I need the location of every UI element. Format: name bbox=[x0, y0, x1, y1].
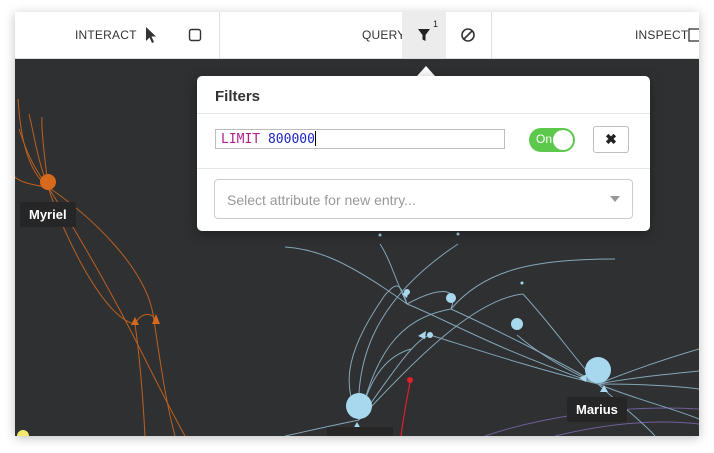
node-red bbox=[407, 377, 413, 383]
pointer-tool-button[interactable] bbox=[129, 12, 173, 58]
attribute-select[interactable]: Select attribute for new entry... bbox=[214, 179, 633, 219]
divider bbox=[197, 168, 650, 169]
box-select-tool-button[interactable] bbox=[173, 12, 217, 58]
chevron-down-icon bbox=[610, 196, 620, 202]
orange-arrowheads bbox=[131, 314, 160, 325]
node-marius bbox=[585, 357, 611, 383]
node-small bbox=[378, 233, 382, 237]
query-value: 800000 bbox=[267, 132, 315, 147]
node-small bbox=[511, 318, 523, 330]
toggle-knob bbox=[553, 130, 573, 150]
interact-label: INTERACT bbox=[75, 28, 137, 42]
clear-filter-icon bbox=[461, 28, 475, 42]
node-myriel bbox=[40, 174, 56, 190]
text-cursor bbox=[314, 131, 316, 146]
select-box-icon bbox=[188, 28, 202, 42]
node-small bbox=[427, 332, 433, 338]
remove-filter-button[interactable]: ✖ bbox=[593, 126, 629, 153]
filter-icon bbox=[418, 29, 430, 41]
divider bbox=[197, 113, 650, 114]
panel-pointer bbox=[417, 66, 435, 76]
red-edge bbox=[400, 381, 411, 436]
inspect-label: INSPECT bbox=[635, 28, 689, 42]
node-large bbox=[346, 393, 372, 419]
query-keyword: LIMIT bbox=[221, 132, 261, 147]
pointer-icon bbox=[146, 27, 156, 43]
filter-count-badge: 1 bbox=[432, 19, 438, 29]
query-label: QUERY bbox=[362, 28, 406, 42]
node-small bbox=[446, 293, 456, 303]
orange-edges bbox=[15, 98, 186, 436]
node-label-myriel: Myriel bbox=[20, 202, 76, 227]
close-icon: ✖ bbox=[605, 131, 617, 147]
node-small bbox=[520, 281, 524, 285]
filter-button[interactable]: 1 bbox=[402, 12, 446, 58]
select-placeholder: Select attribute for new entry... bbox=[227, 192, 416, 208]
filters-panel: Filters LIMIT 800000 On ✖ Select attribu… bbox=[197, 76, 650, 231]
node-small bbox=[456, 232, 460, 236]
toolbar: INTERACT QUERY 1 INSPECT bbox=[15, 12, 699, 59]
node-yellow bbox=[17, 430, 29, 436]
inspect-table-button[interactable] bbox=[687, 12, 699, 58]
clear-filters-button[interactable] bbox=[446, 12, 490, 58]
table-icon bbox=[688, 28, 699, 42]
graph-explorer-window: INTERACT QUERY 1 INSPECT Myriel Marius F… bbox=[15, 12, 699, 436]
toolbar-divider bbox=[491, 12, 492, 58]
node-label-marius: Marius bbox=[567, 397, 627, 422]
panel-title: Filters bbox=[215, 88, 261, 105]
toolbar-divider bbox=[219, 12, 220, 58]
query-input[interactable]: LIMIT 800000 bbox=[215, 129, 505, 149]
node-label-hidden bbox=[327, 427, 393, 436]
toggle-label: On bbox=[536, 132, 553, 146]
filter-toggle[interactable]: On bbox=[529, 128, 575, 152]
